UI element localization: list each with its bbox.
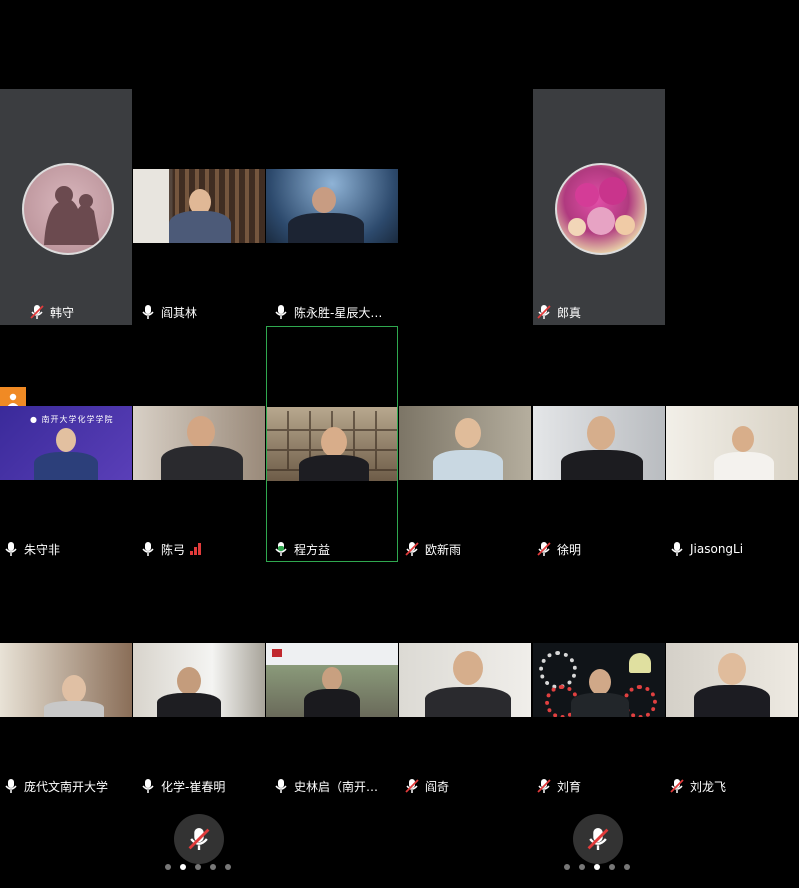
participant-name: 韩守 <box>50 305 75 320</box>
participant-tile[interactable]: 郎真 <box>533 89 665 325</box>
participant-name: 徐明 <box>557 542 582 557</box>
participant-label: 韩守 <box>26 302 74 322</box>
participant-label: 化学-崔春明 <box>137 776 225 796</box>
video-feed <box>267 407 397 481</box>
page-dot[interactable] <box>579 864 585 870</box>
participant-label: 郎真 <box>533 302 581 322</box>
participant-tile[interactable]: 刘育 <box>533 643 665 799</box>
page-dot[interactable] <box>564 864 570 870</box>
mic-muted-icon <box>670 779 684 793</box>
mic-icon <box>5 542 17 556</box>
participant-label: JiasongLi <box>666 539 743 559</box>
participant-label: 陈弓 <box>137 539 202 559</box>
page-indicator[interactable] <box>165 864 231 870</box>
video-feed <box>133 169 265 243</box>
mic-icon <box>142 305 154 319</box>
participant-tile[interactable]: 韩守 <box>0 89 132 413</box>
signal-icon <box>190 543 202 555</box>
page-dot[interactable] <box>165 864 171 870</box>
avatar <box>555 163 647 255</box>
participant-tile[interactable]: 欧新雨 <box>399 406 531 562</box>
participant-tile[interactable]: 阎奇 <box>399 643 531 799</box>
video-feed <box>666 643 798 717</box>
participant-label: 徐明 <box>533 539 581 559</box>
page-dot[interactable] <box>609 864 615 870</box>
avatar <box>22 163 114 255</box>
video-feed <box>266 169 398 243</box>
participant-label: 程方益 <box>270 539 330 559</box>
mic-icon <box>275 779 287 793</box>
mute-toggle-button[interactable] <box>573 814 623 864</box>
mic-speaking-icon <box>275 542 287 556</box>
participant-label: 庞代文南开大学 <box>0 776 108 796</box>
video-feed: ● 南开大学化学学院 <box>0 406 132 480</box>
video-feed <box>0 643 132 717</box>
participant-name: 刘龙飞 <box>690 779 727 794</box>
video-feed <box>133 643 265 717</box>
participant-label: 史林启（南开… <box>270 776 378 796</box>
participant-tile[interactable]: 化学-崔春明 <box>133 643 265 799</box>
video-feed <box>399 406 531 480</box>
page-dot[interactable] <box>624 864 630 870</box>
video-feed <box>666 406 798 480</box>
video-feed <box>533 406 665 480</box>
participant-label: 朱守非 <box>0 539 60 559</box>
video-feed <box>533 643 665 717</box>
video-feed <box>133 406 265 480</box>
mute-toggle-button[interactable] <box>174 814 224 864</box>
participant-name: 阎奇 <box>425 779 450 794</box>
mic-icon <box>142 779 154 793</box>
participant-tile[interactable]: 陈弓 <box>133 406 265 562</box>
participant-name: 欧新雨 <box>425 542 462 557</box>
participant-name: 刘育 <box>557 779 582 794</box>
participant-name: 程方益 <box>294 542 331 557</box>
mic-muted-icon <box>537 779 551 793</box>
mic-icon <box>142 542 154 556</box>
page-dot-active[interactable] <box>180 864 186 870</box>
participant-name: 陈永胜-星辰大… <box>294 305 383 320</box>
participant-name: 阎其林 <box>161 305 198 320</box>
participant-name: JiasongLi <box>690 542 744 556</box>
participant-tile[interactable]: 刘龙飞 <box>666 643 798 799</box>
participant-name: 史林启（南开… <box>294 779 379 794</box>
participant-name: 朱守非 <box>24 542 61 557</box>
participant-label: 刘龙飞 <box>666 776 726 796</box>
page-dot[interactable] <box>195 864 201 870</box>
participant-tile[interactable]: 徐明 <box>533 406 665 562</box>
participant-tile[interactable]: ● 南开大学化学学院 朱守非 <box>0 406 132 562</box>
video-feed <box>399 643 531 717</box>
participant-name: 陈弓 <box>161 542 186 557</box>
participant-tile-active[interactable]: 程方益 <box>266 326 398 562</box>
participant-label: 刘育 <box>533 776 581 796</box>
mic-icon <box>5 779 17 793</box>
mic-muted-icon <box>30 305 44 319</box>
video-feed <box>266 643 398 717</box>
mic-muted-icon <box>587 828 609 850</box>
mic-muted-icon <box>188 828 210 850</box>
page-dot[interactable] <box>225 864 231 870</box>
participant-label: 欧新雨 <box>401 539 461 559</box>
mic-muted-icon <box>405 779 419 793</box>
participant-tile[interactable]: 庞代文南开大学 <box>0 643 132 799</box>
participant-name: 郎真 <box>557 305 582 320</box>
participant-name: 化学-崔春明 <box>161 779 226 794</box>
participant-label: 阎奇 <box>401 776 449 796</box>
participant-tile[interactable]: 陈永胜-星辰大… <box>266 169 398 325</box>
page-dot-active[interactable] <box>594 864 600 870</box>
participant-name: 庞代文南开大学 <box>24 779 109 794</box>
participant-tile[interactable]: 阎其林 <box>133 169 265 325</box>
participant-tile[interactable]: JiasongLi <box>666 406 798 562</box>
page-indicator[interactable] <box>564 864 630 870</box>
mic-icon <box>275 305 287 319</box>
participant-label: 阎其林 <box>137 302 197 322</box>
mic-muted-icon <box>537 542 551 556</box>
mic-icon <box>671 542 683 556</box>
participant-tile[interactable]: 史林启（南开… <box>266 643 398 799</box>
mic-muted-icon <box>537 305 551 319</box>
mic-muted-icon <box>405 542 419 556</box>
page-dot[interactable] <box>210 864 216 870</box>
participant-label: 陈永胜-星辰大… <box>270 302 382 322</box>
